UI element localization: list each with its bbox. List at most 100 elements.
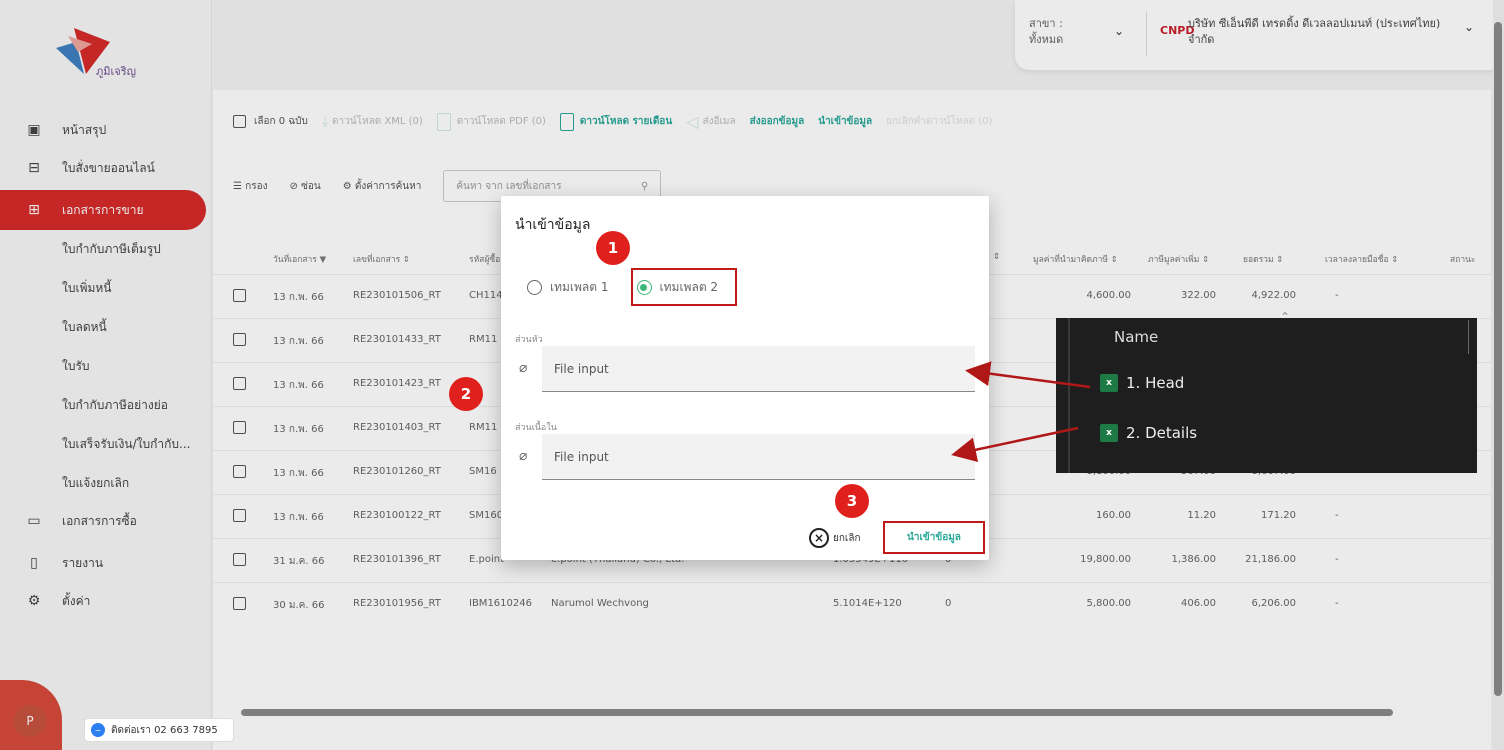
download-monthly-button[interactable]: ดาวน์โหลด รายเดือน — [559, 112, 672, 131]
sidebar-subitem-full-tax-invoice[interactable]: ใบกำกับภาษีเต็มรูป — [0, 230, 212, 269]
download-pdf-button[interactable]: ดาวน์โหลด PDF (0) — [436, 112, 546, 131]
cell-date: 13 ก.พ. 66 — [273, 512, 324, 523]
contact-chat[interactable]: ~ ติดต่อเรา 02 663 7895 — [84, 718, 234, 742]
header-divider — [1146, 12, 1147, 56]
import-data-button[interactable]: นำเข้าข้อมูล — [818, 114, 872, 129]
row-checkbox[interactable] — [233, 465, 246, 478]
cell-doc-no: RE230101433_RT — [353, 334, 441, 345]
col-date[interactable]: วันที่เอกสาร ▼ — [273, 252, 326, 266]
branch-value: ทั้งหมด — [1029, 33, 1064, 46]
folder-icon: ▭ — [27, 513, 41, 529]
template1-radio[interactable] — [527, 280, 542, 295]
select-all-checkbox[interactable] — [233, 115, 246, 128]
send-icon: ◁ — [686, 112, 699, 131]
col-taxable-amount[interactable]: มูลค่าที่นำมาคิดภาษี ⇕ — [1033, 252, 1118, 266]
cancel-button[interactable]: × ยกเลิก — [809, 528, 861, 548]
settings-icon: ⚙ — [27, 593, 41, 609]
row-checkbox[interactable] — [233, 597, 246, 610]
row-checkbox[interactable] — [233, 421, 246, 434]
sidebar-item-label: เอกสารการขาย — [62, 202, 144, 217]
head-section-label: ส่วนหัว — [515, 335, 543, 345]
sidebar-subitem-receipt-tax-invoice[interactable]: ใบเสร็จรับเงิน/ใบกำกับ... — [0, 425, 212, 464]
cell-date: 30 ม.ค. 66 — [273, 600, 325, 611]
cell-sign-time: - — [1335, 554, 1339, 565]
col-doc-no[interactable]: เลขที่เอกสาร ⇕ — [353, 252, 410, 266]
sidebar-item-settings[interactable]: ⚙ ตั้งค่า — [0, 583, 212, 619]
col-total[interactable]: ยอดรวม ⇕ — [1243, 252, 1283, 266]
row-checkbox[interactable] — [233, 509, 246, 522]
details-section-label: ส่วนเนื้อใน — [515, 423, 557, 433]
sidebar-item-sales-docs[interactable]: ⊞ เอกสารการขาย — [0, 190, 206, 230]
submit-import-button[interactable]: นำเข้าข้อมูล — [883, 521, 985, 554]
import-dialog: นำเข้าข้อมูล เทมเพลต 1 เทมเพลต 2 ส่วนหัว… — [501, 196, 989, 560]
branch-label: สาขา : — [1029, 17, 1063, 30]
branch-selector[interactable]: สาขา : ทั้งหมด — [1029, 16, 1089, 48]
cell-sign-time: - — [1335, 510, 1339, 521]
avatar[interactable]: P — [14, 705, 46, 737]
sidebar: ภูมิเจริญ ▣ หน้าสรุป ⊟ ใบสั่งขายออนไลน์ ⊞ เ… — [0, 0, 212, 750]
name-column-header[interactable]: Name — [1114, 328, 1158, 346]
scrollbar-thumb[interactable] — [1494, 22, 1502, 696]
file-input-placeholder: File input — [554, 361, 609, 376]
col-status[interactable]: สถานะ — [1450, 252, 1475, 266]
company-chevron-down-icon[interactable]: ⌄ — [1464, 20, 1474, 34]
vertical-scrollbar[interactable] — [1493, 0, 1504, 750]
cell-date: 13 ก.พ. 66 — [273, 424, 324, 435]
send-email-button[interactable]: ◁ ส่งอีเมล — [686, 112, 735, 131]
download-xml-button[interactable]: ⤓ ดาวน์โหลด XML (0) — [322, 114, 423, 130]
sidebar-item-reports[interactable]: ▯ รายงาน — [0, 545, 212, 581]
details-file-input[interactable]: File input — [542, 434, 975, 480]
row-checkbox[interactable] — [233, 289, 246, 302]
search-placeholder: ค้นหา จาก เลขที่เอกสาร — [456, 180, 562, 192]
row-checkbox[interactable] — [233, 333, 246, 346]
cancel-download-button[interactable]: ยกเลิกคำดาวน์โหลด (0) — [886, 114, 992, 129]
cell-doc-no: RE230100122_RT — [353, 510, 441, 521]
cell-sign-time: - — [1335, 290, 1339, 301]
filter-button[interactable]: ☰ กรอง — [233, 179, 267, 194]
sidebar-item-label: ใบสั่งขายออนไลน์ — [62, 160, 155, 175]
sidebar-item-purchase-docs[interactable]: ▭ เอกสารการซื้อ — [0, 503, 212, 539]
cell-total: 6,206.00 — [1251, 598, 1296, 609]
sidebar-subitem-credit-note[interactable]: ใบลดหนี้ — [0, 308, 212, 347]
row-checkbox[interactable] — [233, 553, 246, 566]
head-file-input[interactable]: File input — [542, 346, 975, 392]
search-settings-button[interactable]: ⚙ ตั้งค่าการค้นหา — [343, 179, 422, 194]
sidebar-item-online-orders[interactable]: ⊟ ใบสั่งขายออนไลน์ — [0, 150, 212, 186]
select-all[interactable]: เลือก 0 ฉบับ — [233, 114, 308, 129]
col-sort[interactable]: ⇕ — [993, 252, 1000, 262]
eye-off-icon: ⊘ — [289, 180, 298, 192]
branch-chevron-down-icon[interactable]: ⌄ — [1114, 24, 1124, 38]
messenger-icon: ~ — [91, 723, 105, 737]
cell-branch: 5.1014E+120 — [833, 598, 902, 609]
horizontal-scrollbar[interactable] — [233, 708, 1483, 716]
template1-label[interactable]: เทมเพลต 1 — [550, 278, 609, 297]
col-sign-time[interactable]: เวลาลงลายมือชื่อ ⇕ — [1325, 252, 1398, 266]
sidebar-subitem-abbreviated-tax-invoice[interactable]: ใบกำกับภาษีอย่างย่อ — [0, 386, 212, 425]
download-pdf-label: ดาวน์โหลด PDF (0) — [456, 116, 546, 127]
close-circle-icon: × — [809, 528, 829, 548]
cell-date: 31 ม.ค. 66 — [273, 556, 325, 567]
cell-taxable-amount: 5,800.00 — [1086, 598, 1131, 609]
row-checkbox[interactable] — [233, 377, 246, 390]
company-name[interactable]: บริษัท ซีเอ็นพีดี เทรดดิ้ง ดีเวลลอปเมนท์… — [1188, 16, 1468, 48]
col-vat[interactable]: ภาษีมูลค่าเพิ่ม ⇕ — [1148, 252, 1209, 266]
export-data-button[interactable]: ส่งออกข้อมูล — [750, 114, 805, 129]
sidebar-subitem-receipt[interactable]: ใบรับ — [0, 347, 212, 386]
file-head[interactable]: x 1. Head — [1100, 374, 1184, 392]
col-buyer-code[interactable]: รหัสผู้ซื้อ — [469, 252, 500, 266]
file-details[interactable]: x 2. Details — [1100, 424, 1197, 442]
annotation-box-template2 — [631, 268, 737, 306]
sidebar-subitem-cancellation[interactable]: ใบแจ้งยกเลิก — [0, 464, 212, 503]
contact-text: ติดต่อเรา 02 663 7895 — [111, 724, 218, 736]
pdf-icon — [436, 112, 451, 131]
cell-date: 13 ก.พ. 66 — [273, 336, 324, 347]
table-row[interactable]: 30 ม.ค. 66 RE230101956_RT IBM1610246 Narumo… — [213, 582, 1491, 626]
search-icon[interactable]: ⚲ — [641, 181, 648, 192]
scrollbar-thumb[interactable] — [241, 709, 1393, 716]
cell-doc-no: RE230101423_RT — [353, 378, 441, 389]
sidebar-item-dashboard[interactable]: ▣ หน้าสรุป — [0, 112, 212, 148]
hide-button[interactable]: ⊘ ซ่อน — [289, 179, 320, 194]
sidebar-subitem-debit-note[interactable]: ใบเพิ่มหนี้ — [0, 269, 212, 308]
cell-doc-no: RE230101956_RT — [353, 598, 441, 609]
cell-buyer-code: SM16 — [469, 466, 497, 477]
